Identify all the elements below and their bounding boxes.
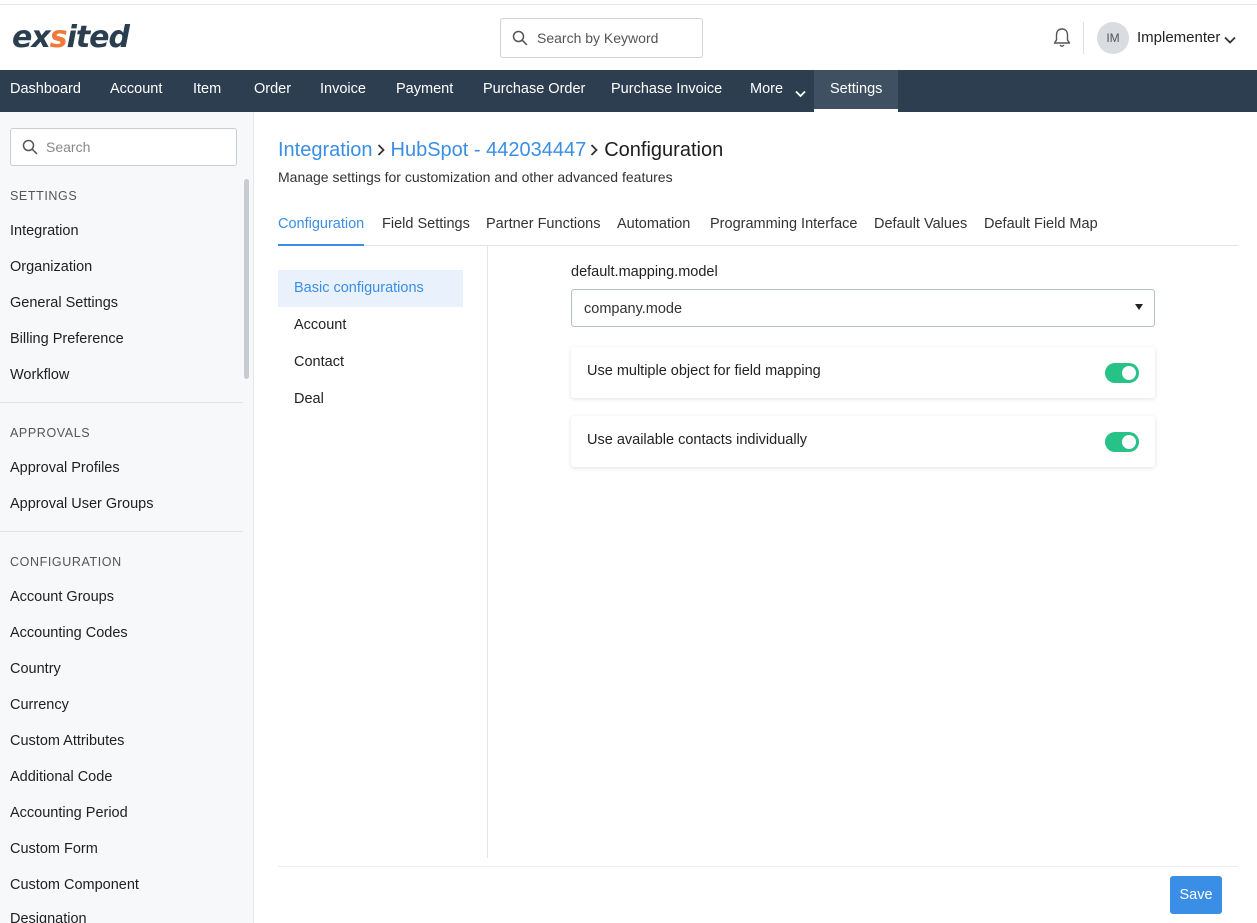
chevron-down-icon[interactable] [795,85,806,101]
toggle-knob [1122,435,1136,449]
toggle-label: Use multiple object for field mapping [587,363,821,379]
toggle-card-multiple-object: Use multiple object for field mapping [571,347,1155,398]
nav-purchase-order[interactable]: Purchase Order [483,70,585,112]
sidebar-item-accounting-period[interactable]: Accounting Period [10,805,128,821]
logo[interactable]: exsited [12,20,130,55]
tab-partner-functions[interactable]: Partner Functions [486,216,600,246]
sidebar-scrollbar[interactable] [244,179,249,379]
sidebar-item-account-groups[interactable]: Account Groups [10,589,114,605]
page-subtitle: Manage settings for customization and ot… [278,169,673,185]
settings-sidebar: SETTINGS Integration Organization Genera… [0,112,254,923]
sidebar-divider [0,531,243,532]
sidebar-item-general-settings[interactable]: General Settings [10,295,118,311]
tab-programming-interface[interactable]: Programming Interface [710,216,857,246]
sidebar-item-approval-profiles[interactable]: Approval Profiles [10,460,120,476]
sidebar-search[interactable] [10,128,237,166]
tab-default-values[interactable]: Default Values [874,216,967,246]
subnav-deal[interactable]: Deal [278,381,463,418]
chevron-right-icon [590,141,599,161]
app-header: exsited IM Implementer [0,6,1257,70]
sidebar-item-organization[interactable]: Organization [10,259,92,275]
mapping-model-label: default.mapping.model [571,264,718,280]
config-tabs: Configuration Field Settings Partner Fun… [278,212,1238,246]
caret-down-icon [1135,304,1143,310]
avatar[interactable]: IM [1097,22,1129,54]
chevron-right-icon [377,141,385,161]
nav-more[interactable]: More [750,70,783,112]
breadcrumb-integration[interactable]: Integration [278,139,373,161]
sidebar-item-accounting-codes[interactable]: Accounting Codes [10,625,128,641]
global-search-input[interactable] [537,19,697,57]
subnav-contact[interactable]: Contact [278,344,463,381]
search-icon [22,139,38,158]
nav-payment[interactable]: Payment [396,70,453,112]
nav-settings[interactable]: Settings [814,70,899,112]
notification-bell-icon[interactable] [1052,27,1072,52]
section-title-configuration: CONFIGURATION [10,555,122,569]
toggle-label: Use available contacts individually [587,432,808,448]
sidebar-item-currency[interactable]: Currency [10,697,69,713]
multiple-object-toggle[interactable] [1105,363,1139,383]
sidebar-item-custom-component[interactable]: Custom Component [10,877,139,893]
page-title: Configuration [604,139,724,161]
tab-configuration[interactable]: Configuration [278,216,365,246]
nav-dashboard[interactable]: Dashboard [10,70,81,112]
sidebar-item-custom-form[interactable]: Custom Form [10,841,98,857]
subnav-account[interactable]: Account [278,307,463,344]
toggle-knob [1122,366,1136,380]
subnav-basic-configurations[interactable]: Basic configurations [278,270,463,307]
sidebar-item-designation[interactable]: Designation [10,911,87,923]
sidebar-item-integration[interactable]: Integration [10,223,79,239]
tab-automation[interactable]: Automation [617,216,690,246]
nav-item[interactable]: Item [193,70,221,112]
save-button[interactable]: Save [1170,876,1222,914]
nav-invoice[interactable]: Invoice [320,70,366,112]
breadcrumb-hubspot[interactable]: HubSpot - 442034447 [391,139,587,161]
sidebar-search-input[interactable] [46,129,226,165]
contacts-individually-toggle[interactable] [1105,432,1139,452]
mapping-model-value: company.mode [584,301,683,317]
section-title-settings: SETTINGS [10,189,78,203]
toggle-card-contacts-individually: Use available contacts individually [571,416,1155,467]
tab-default-field-map[interactable]: Default Field Map [984,216,1098,246]
sidebar-item-country[interactable]: Country [10,661,61,677]
nav-account[interactable]: Account [110,70,162,112]
sidebar-item-approval-user-groups[interactable]: Approval User Groups [10,496,153,512]
sidebar-item-custom-attributes[interactable]: Custom Attributes [10,733,124,749]
top-border [0,0,1257,5]
tab-field-settings[interactable]: Field Settings [382,216,470,246]
nav-order[interactable]: Order [254,70,291,112]
user-name[interactable]: Implementer [1137,29,1220,46]
sidebar-divider [0,402,243,403]
nav-purchase-invoice[interactable]: Purchase Invoice [611,70,722,112]
main-nav: Dashboard Account Item Order Invoice Pay… [0,70,1257,112]
breadcrumb: Integration HubSpot - 442034447 Configurat… [278,139,723,162]
chevron-down-icon[interactable] [1224,31,1236,47]
footer-divider [278,866,1238,867]
sidebar-item-additional-code[interactable]: Additional Code [10,769,112,785]
header-divider [1083,22,1084,54]
sidebar-item-billing-preference[interactable]: Billing Preference [10,331,124,347]
config-subnav: Basic configurations Account Contact Dea… [278,246,488,858]
global-search[interactable] [500,18,703,58]
section-title-approvals: APPROVALS [10,426,91,440]
mapping-model-select[interactable]: company.mode [571,289,1155,327]
sidebar-item-workflow[interactable]: Workflow [10,367,69,383]
search-icon [512,30,528,49]
